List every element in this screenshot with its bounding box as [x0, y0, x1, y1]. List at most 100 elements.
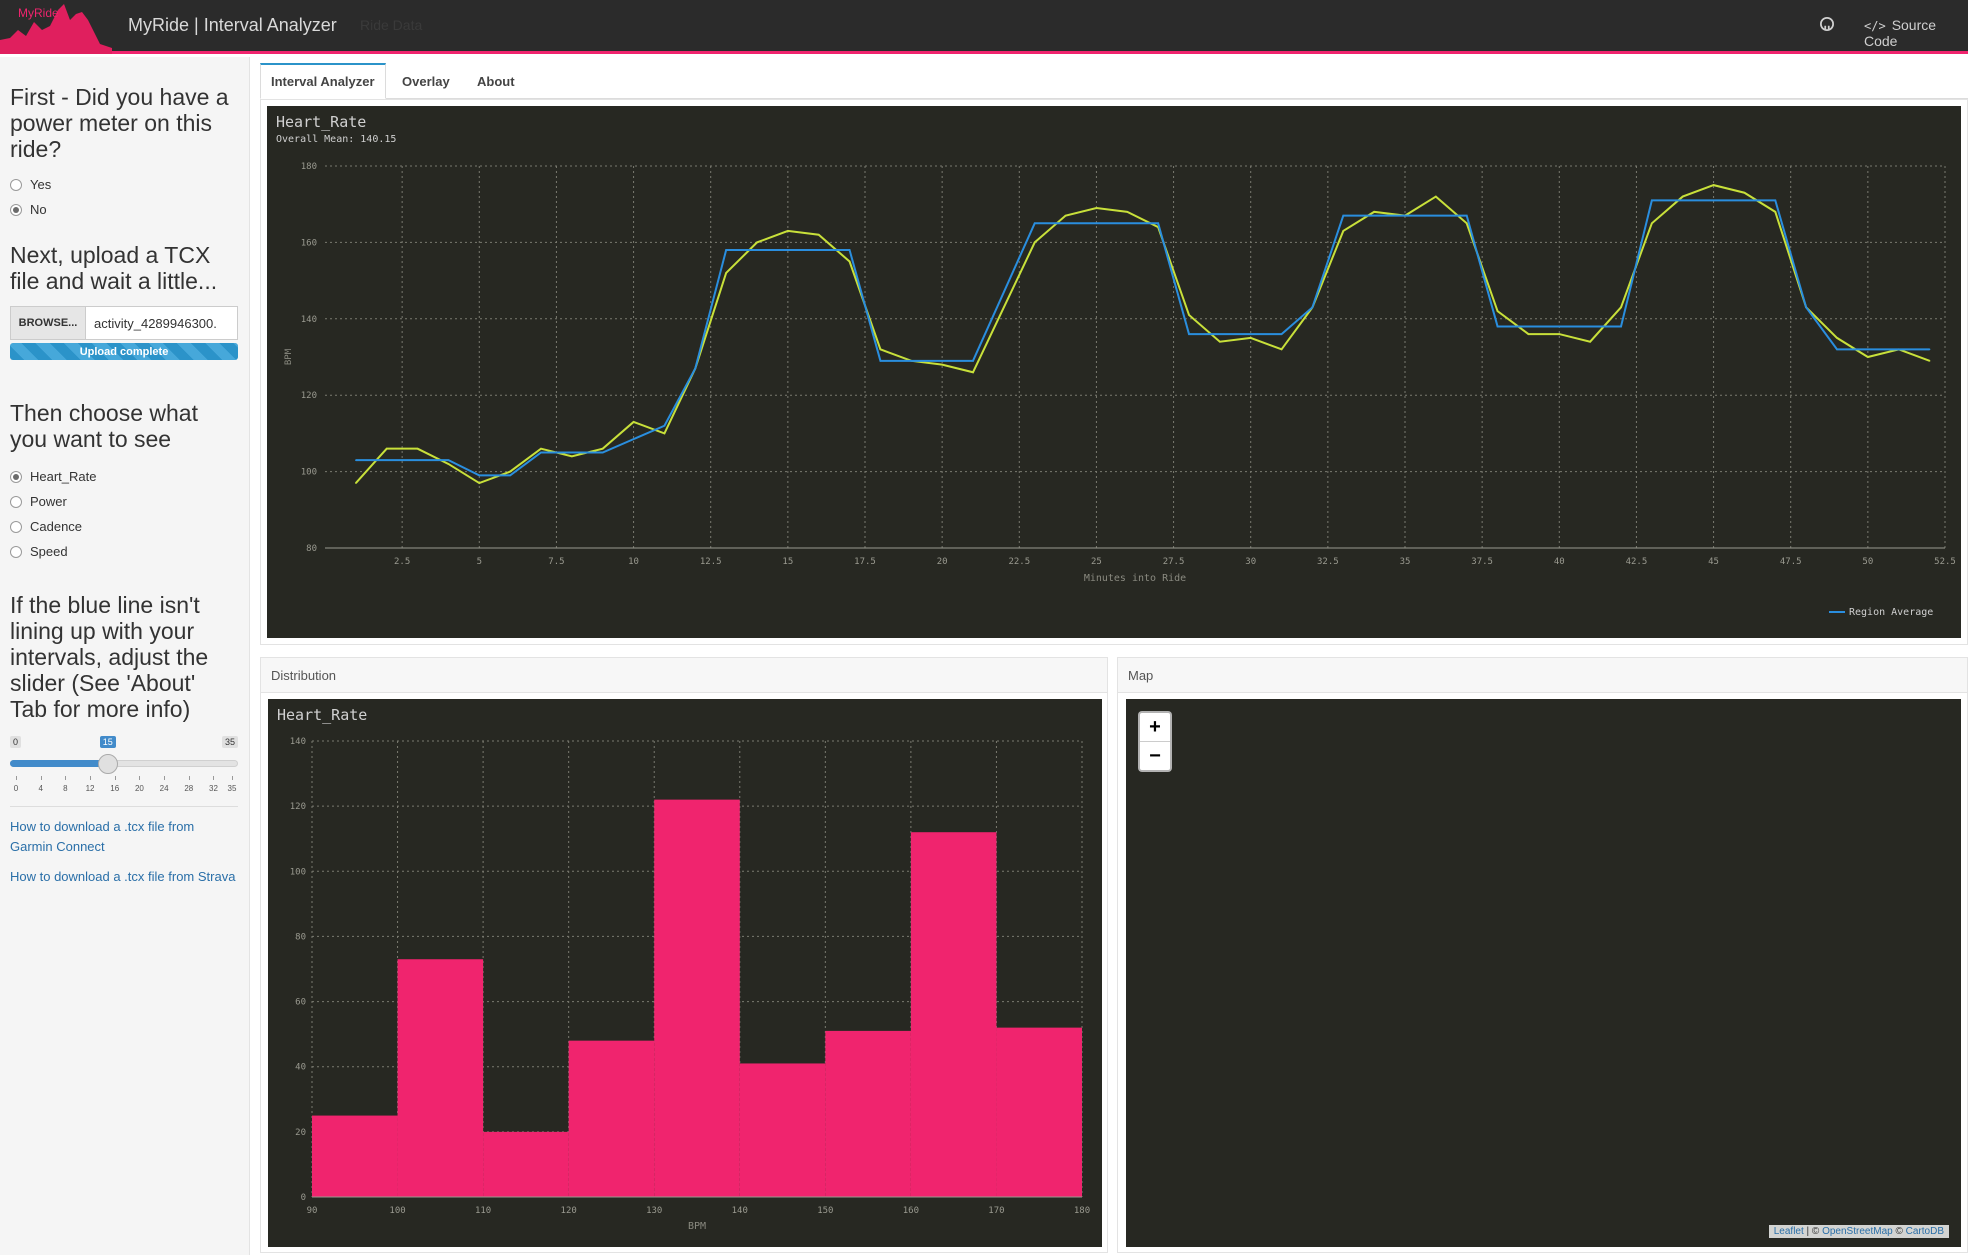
- histogram-svg: 0 20 40 60 80 100 120 140 90 100 110 120 130 140 150 16…: [290, 737, 1090, 1232]
- garmin-help-link[interactable]: How to download a .tcx file from Garmin …: [10, 817, 210, 857]
- region-average-point: [1651, 199, 1653, 202]
- y-tick-label: 140: [290, 737, 306, 747]
- map-canvas[interactable]: + − Leaflet | © OpenStreetMap © CartoDB: [1126, 699, 1961, 1247]
- tab-about[interactable]: About: [467, 63, 525, 99]
- y-tick-label: 100: [290, 867, 306, 877]
- radio-button[interactable]: [10, 495, 22, 508]
- zoom-out-button[interactable]: −: [1140, 742, 1170, 770]
- heart-rate-point: [787, 230, 789, 232]
- slider-max-label: 35: [221, 736, 238, 748]
- radio-button[interactable]: [10, 470, 22, 483]
- region-average-point: [1928, 348, 1931, 351]
- radio-button[interactable]: [10, 520, 22, 533]
- heart-rate-point: [1681, 195, 1684, 198]
- slider-tick-label: 32: [209, 784, 218, 793]
- region-average-point: [1805, 306, 1807, 309]
- histogram-bar: [312, 1115, 398, 1197]
- radio-metric-power[interactable]: Power: [10, 489, 239, 514]
- heart-rate-point: [478, 482, 481, 484]
- radio-button[interactable]: [10, 178, 22, 191]
- slider-tick: [139, 776, 141, 780]
- y-tick-label: 40: [295, 1063, 306, 1073]
- region-average-point: [1342, 214, 1345, 217]
- file-upload[interactable]: BROWSE... activity_4289946300.: [10, 306, 238, 340]
- heart-rate-point: [632, 421, 635, 423]
- heart-rate-point: [1712, 184, 1715, 186]
- radio-label: Cadence: [30, 519, 83, 534]
- sidebar: First - Did you have a power meter on th…: [0, 57, 250, 1255]
- x-tick-label: 15: [782, 557, 793, 567]
- map-attribution: Leaflet | © OpenStreetMap © CartoDB: [1768, 1225, 1949, 1238]
- slider-tick: [232, 776, 233, 780]
- openstreetmap-link[interactable]: OpenStreetMap: [1822, 1226, 1893, 1237]
- leaflet-link[interactable]: Leaflet: [1774, 1226, 1804, 1237]
- radio-metric-heart-rate[interactable]: Heart_Rate: [10, 464, 239, 489]
- file-name-field[interactable]: activity_4289946300.: [86, 306, 238, 340]
- x-tick-label: 42.5: [1626, 557, 1648, 567]
- heart-rate-point: [1373, 211, 1375, 213]
- app-logo[interactable]: MyRide: [0, 0, 112, 54]
- region-average-point: [1188, 333, 1190, 335]
- x-tick-label: 45: [1708, 557, 1719, 567]
- radio-label: Yes: [30, 177, 52, 192]
- heart-rate-point: [1003, 306, 1005, 309]
- x-tick-label: 7.5: [548, 557, 564, 567]
- x-tick-label: 100: [389, 1206, 405, 1216]
- main-tabs: Interval Analyzer Overlay About: [260, 63, 1968, 99]
- heart-rate-point: [1095, 207, 1098, 209]
- heart-rate-point: [1033, 241, 1036, 244]
- radio-button[interactable]: [10, 545, 22, 558]
- heart-rate-point: [725, 272, 727, 274]
- offset-slider[interactable]: 0 15 35 0 4 8 12 16 20 24 28 32 35: [10, 736, 238, 798]
- y-tick-label: 80: [295, 932, 306, 942]
- radio-metric-speed[interactable]: Speed: [10, 539, 239, 564]
- heart-rate-point: [1188, 314, 1190, 316]
- code-icon: </>: [1864, 19, 1886, 33]
- zoom-in-button[interactable]: +: [1140, 713, 1170, 742]
- x-tick-label: 47.5: [1780, 557, 1802, 567]
- heart-rate-point: [601, 447, 604, 450]
- histogram-chart: Heart_Rate 0 20 40 60 80 100 120 140 90 100 110 120…: [268, 699, 1102, 1247]
- slider-tick-label: 12: [85, 784, 95, 793]
- browse-button[interactable]: BROWSE...: [10, 306, 86, 340]
- heart-rate-point: [972, 371, 974, 374]
- github-icon[interactable]: [1820, 17, 1836, 33]
- radio-metric-cadence[interactable]: Cadence: [10, 514, 239, 539]
- strava-help-link[interactable]: How to download a .tcx file from Strava: [10, 867, 239, 887]
- region-average-point: [1157, 222, 1159, 225]
- heart-rate-point: [1867, 356, 1869, 358]
- ride-data-link[interactable]: Ride Data: [360, 17, 422, 33]
- radio-power-no[interactable]: No: [10, 197, 239, 222]
- distribution-panel-title: Distribution: [261, 658, 1107, 693]
- heart-rate-point: [1774, 211, 1777, 213]
- region-average-point: [848, 249, 851, 251]
- app-title[interactable]: MyRide | Interval Analyzer: [128, 15, 337, 36]
- tab-overlay[interactable]: Overlay: [392, 63, 460, 99]
- radio-power-yes[interactable]: Yes: [10, 172, 239, 197]
- heart-rate-point: [540, 447, 542, 450]
- heart-rate-point: [1342, 230, 1345, 232]
- slider-handle[interactable]: [97, 754, 118, 774]
- tab-interval-analyzer[interactable]: Interval Analyzer: [260, 63, 386, 99]
- x-tick-label: 2.5: [394, 557, 410, 567]
- heart-rate-point: [848, 260, 851, 263]
- upload-heading: Next, upload a TCX file and wait a littl…: [10, 242, 218, 294]
- interval-chart: Heart_Rate Overall Mean: 140.15 80 100 120…: [267, 106, 1961, 638]
- region-average-series-line: [355, 199, 1930, 477]
- radio-label: Power: [30, 494, 67, 509]
- heart-rate-point: [1465, 222, 1468, 225]
- x-axis-label: Minutes into Ride: [1084, 573, 1186, 584]
- upload-status: Upload complete: [79, 345, 169, 358]
- cartodb-link[interactable]: CartoDB: [1906, 1226, 1944, 1237]
- histogram-bar: [996, 1027, 1082, 1197]
- heart-rate-point: [1126, 211, 1129, 213]
- y-tick-label: 60: [295, 998, 306, 1008]
- source-code-link[interactable]: </> Source Code: [1864, 17, 1968, 49]
- x-tick-label: 90: [307, 1206, 318, 1216]
- histogram-bar: [910, 832, 997, 1197]
- map-panel-title: Map: [1118, 658, 1967, 693]
- y-tick-label: 120: [290, 802, 306, 812]
- x-tick-label: 50: [1862, 557, 1873, 567]
- radio-button[interactable]: [10, 203, 22, 216]
- y-tick-label: 180: [301, 162, 317, 172]
